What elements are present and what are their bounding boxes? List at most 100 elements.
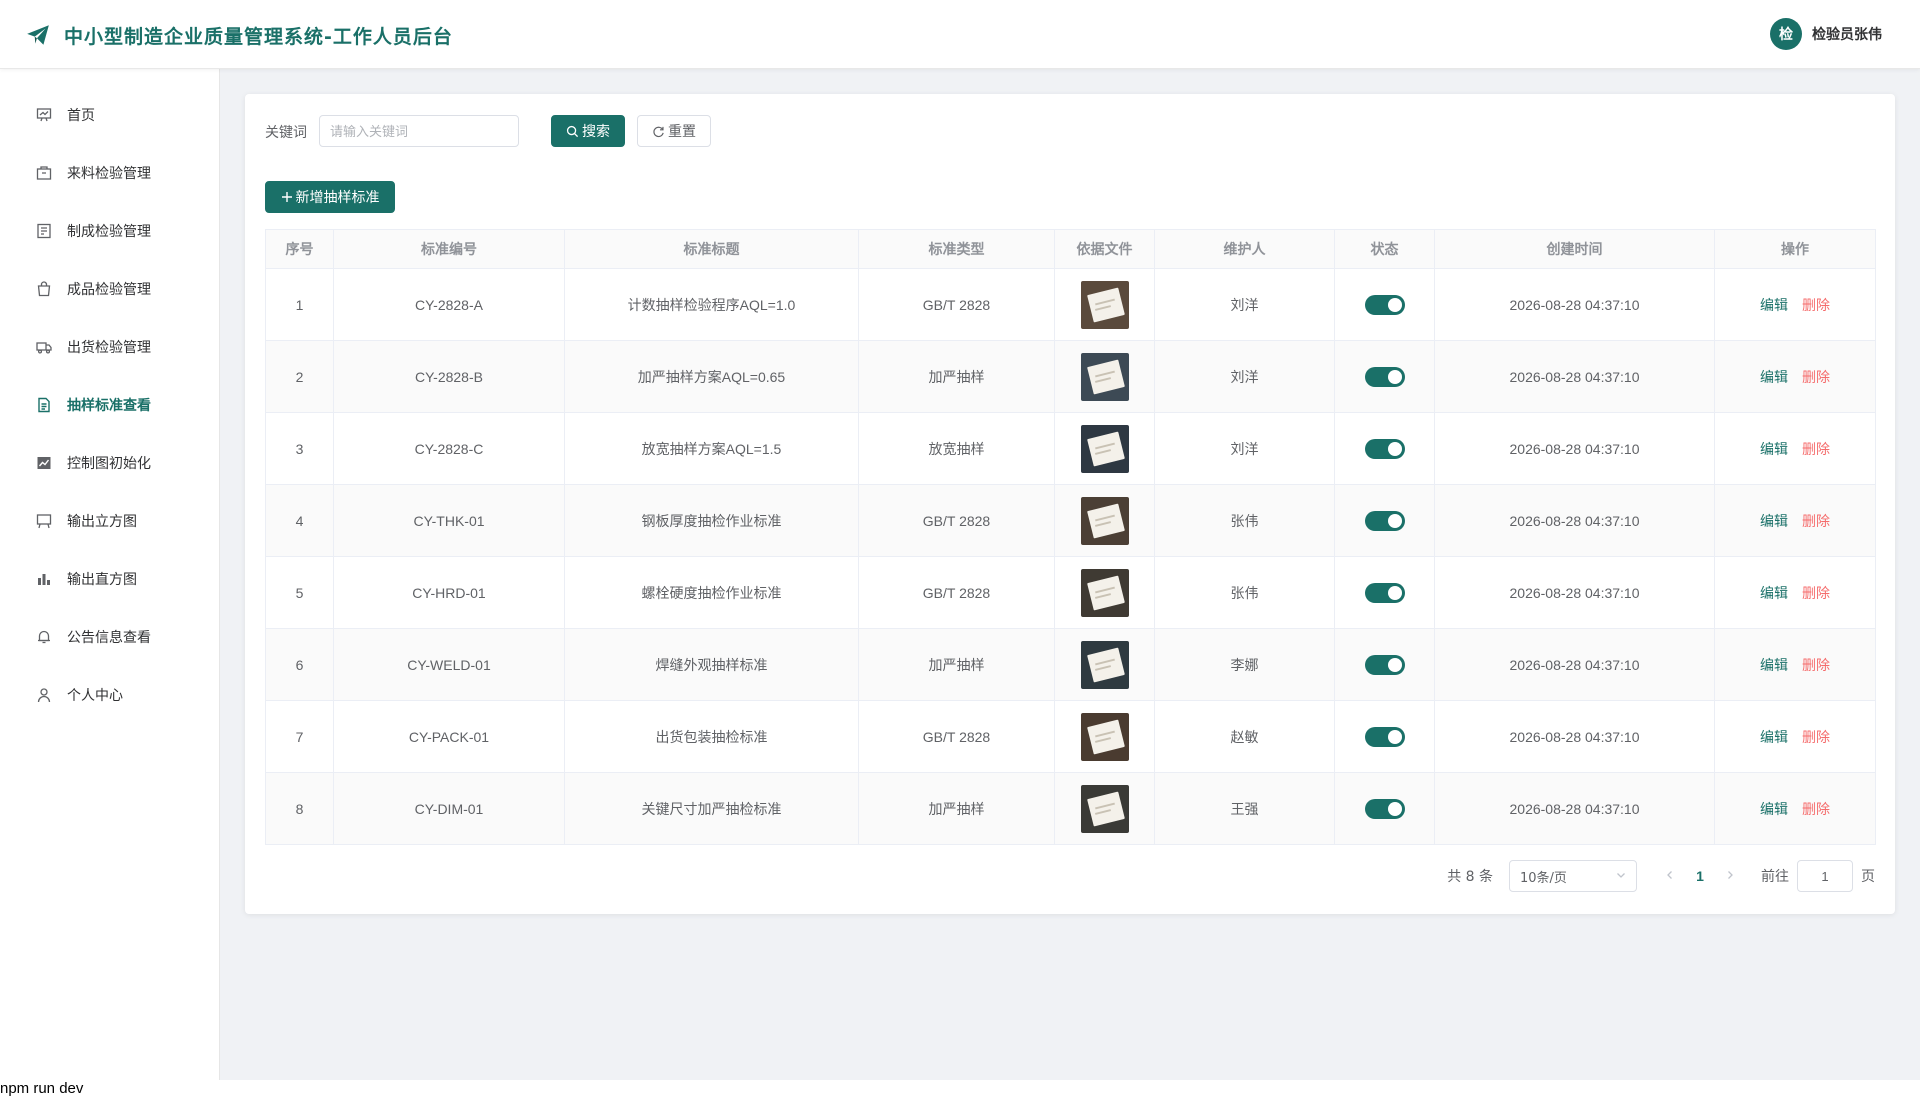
plus-icon <box>281 191 293 203</box>
page-size-value: 10条/页 <box>1520 870 1567 886</box>
delete-button[interactable]: 删除 <box>1802 369 1830 385</box>
table-row: 1 CY-2828-A 计数抽样检验程序AQL=1.0 GB/T 2828 刘洋 2026… <box>265 268 1876 341</box>
avatar[interactable]: 检 <box>1770 18 1802 50</box>
reset-button[interactable]: 重置 <box>637 115 711 147</box>
status-toggle[interactable] <box>1364 294 1405 315</box>
sidebar-item-cube-chart[interactable]: 输出立方图 <box>0 501 219 541</box>
table-row: 4 CY-THK-01 钢板厚度抽检作业标准 GB/T 2828 张伟 2026-08-2… <box>265 484 1876 557</box>
search-button-label: 搜索 <box>582 124 610 140</box>
document-thumbnail[interactable] <box>1080 784 1129 833</box>
edit-button[interactable]: 编辑 <box>1760 513 1788 529</box>
cell-index: 5 <box>265 556 334 629</box>
dashboard-icon <box>35 106 53 124</box>
status-toggle[interactable] <box>1364 438 1405 459</box>
edit-button[interactable]: 编辑 <box>1760 297 1788 313</box>
document-thumbnail[interactable] <box>1080 424 1129 473</box>
cell-created: 2026-08-28 04:37:10 <box>1434 556 1715 629</box>
cell-file <box>1054 772 1155 845</box>
user-menu[interactable]: 检 检验员张伟 <box>1770 18 1882 50</box>
pagination: 共 8 条 10条/页 1 前往 页 <box>1447 860 1875 892</box>
page-number[interactable]: 1 <box>1681 868 1719 884</box>
user-name[interactable]: 检验员张伟 <box>1812 24 1882 44</box>
cell-type: GB/T 2828 <box>858 700 1055 773</box>
edit-button[interactable]: 编辑 <box>1760 801 1788 817</box>
edit-button[interactable]: 编辑 <box>1760 657 1788 673</box>
cell-type: GB/T 2828 <box>858 268 1055 341</box>
cell-maintainer: 张伟 <box>1154 556 1335 629</box>
sidebar-item-product-inspection[interactable]: 成品检验管理 <box>0 269 219 309</box>
cell-maintainer: 赵敏 <box>1154 700 1335 773</box>
document-thumbnail[interactable] <box>1080 640 1129 689</box>
cell-index: 7 <box>265 700 334 773</box>
sidebar-item-process-inspection[interactable]: 制成检验管理 <box>0 211 219 251</box>
document-thumbnail[interactable] <box>1080 352 1129 401</box>
sidebar-item-announcements[interactable]: 公告信息查看 <box>0 617 219 657</box>
cell-maintainer: 李娜 <box>1154 628 1335 701</box>
document-thumbnail[interactable] <box>1080 280 1129 329</box>
cell-code: CY-WELD-01 <box>333 628 565 701</box>
sidebar-item-control-chart-init[interactable]: 控制图初始化 <box>0 443 219 483</box>
sidebar-item-incoming-inspection[interactable]: 来料检验管理 <box>0 153 219 193</box>
status-toggle[interactable] <box>1364 510 1405 531</box>
delete-button[interactable]: 删除 <box>1802 441 1830 457</box>
table-header-row: 序号 标准编号 标准标题 标准类型 依据文件 维护人 状态 创建时间 操作 <box>265 229 1876 269</box>
next-page-button[interactable] <box>1719 868 1741 884</box>
toggle-knob <box>1387 297 1402 312</box>
standards-table: 序号 标准编号 标准标题 标准类型 依据文件 维护人 状态 创建时间 操作 1C… <box>265 229 1876 845</box>
delete-button[interactable]: 删除 <box>1802 585 1830 601</box>
edit-button[interactable]: 编辑 <box>1760 585 1788 601</box>
delete-button[interactable]: 删除 <box>1802 801 1830 817</box>
sidebar-item-label: 输出立方图 <box>67 514 137 530</box>
sidebar-item-shipment-inspection[interactable]: 出货检验管理 <box>0 327 219 367</box>
document-thumbnail[interactable] <box>1080 712 1129 761</box>
search-button[interactable]: 搜索 <box>551 115 625 147</box>
cell-status <box>1334 484 1435 557</box>
column-header: 状态 <box>1334 229 1435 269</box>
cell-index: 6 <box>265 628 334 701</box>
table-row: 7 CY-PACK-01 出货包装抽检标准 GB/T 2828 赵敏 2026-08-28… <box>265 700 1876 773</box>
cell-created: 2026-08-28 04:37:10 <box>1434 700 1715 773</box>
sidebar-item-profile[interactable]: 个人中心 <box>0 675 219 715</box>
goto-page-input[interactable] <box>1797 860 1853 892</box>
delete-button[interactable]: 删除 <box>1802 297 1830 313</box>
cell-index: 1 <box>265 268 334 341</box>
sidebar-item-sampling-standards[interactable]: 抽样标准查看 <box>0 385 219 425</box>
document-thumbnail[interactable] <box>1080 568 1129 617</box>
bar-chart-icon <box>35 570 53 588</box>
cell-operations: 编辑 删除 <box>1714 412 1876 485</box>
edit-button[interactable]: 编辑 <box>1760 441 1788 457</box>
cell-operations: 编辑 删除 <box>1714 484 1876 557</box>
chevron-down-icon <box>1616 869 1626 884</box>
cell-title: 螺栓硬度抽检作业标准 <box>564 556 859 629</box>
status-toggle[interactable] <box>1364 366 1405 387</box>
delete-button[interactable]: 删除 <box>1802 657 1830 673</box>
delete-button[interactable]: 删除 <box>1802 513 1830 529</box>
cell-title: 焊缝外观抽样标准 <box>564 628 859 701</box>
page-size-select[interactable]: 10条/页 <box>1509 860 1637 892</box>
status-toggle[interactable] <box>1364 726 1405 747</box>
sidebar-item-label: 出货检验管理 <box>67 340 151 356</box>
keyword-input[interactable] <box>319 115 519 147</box>
cell-maintainer: 王强 <box>1154 772 1335 845</box>
status-toggle[interactable] <box>1364 654 1405 675</box>
edit-button[interactable]: 编辑 <box>1760 729 1788 745</box>
sidebar-item-label: 成品检验管理 <box>67 282 151 298</box>
cell-type: 加严抽样 <box>858 340 1055 413</box>
document-thumbnail[interactable] <box>1080 496 1129 545</box>
sidebar-item-home[interactable]: 首页 <box>0 95 219 135</box>
delete-button[interactable]: 删除 <box>1802 729 1830 745</box>
status-toggle[interactable] <box>1364 582 1405 603</box>
cell-file <box>1054 628 1155 701</box>
add-standard-button[interactable]: 新增抽样标准 <box>265 181 395 213</box>
cell-operations: 编辑 删除 <box>1714 340 1876 413</box>
status-toggle[interactable] <box>1364 798 1405 819</box>
prev-page-button[interactable] <box>1659 868 1681 884</box>
bag-icon <box>35 280 53 298</box>
cell-file <box>1054 556 1155 629</box>
table-row: 5 CY-HRD-01 螺栓硬度抽检作业标准 GB/T 2828 张伟 2026-08-2… <box>265 556 1876 629</box>
sidebar-item-histogram[interactable]: 输出直方图 <box>0 559 219 599</box>
edit-button[interactable]: 编辑 <box>1760 369 1788 385</box>
truck-icon <box>35 338 53 356</box>
toggle-knob <box>1387 441 1402 456</box>
sidebar-item-label: 公告信息查看 <box>67 630 151 646</box>
